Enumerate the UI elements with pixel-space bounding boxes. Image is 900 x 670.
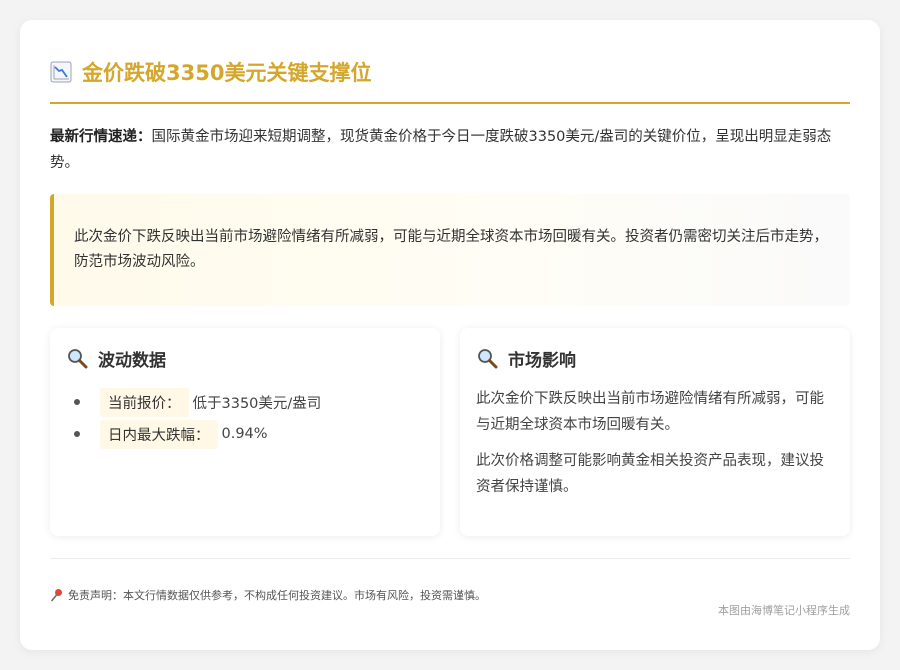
panels: 波动数据 当前报价： 低于3350美元/盎司 日内最大跌幅： 0.94% 市场影… xyxy=(50,328,850,536)
disclaimer: 免责声明：本文行情数据仅供参考，不构成任何投资建议。市场有风险，投资需谨慎。 xyxy=(50,587,850,603)
bullet-dot xyxy=(74,399,80,405)
divider xyxy=(50,558,850,559)
volatility-list: 当前报价： 低于3350美元/盎司 日内最大跌幅： 0.94% xyxy=(66,386,424,450)
callout-box: 此次金价下跌反映出当前市场避险情绪有所减弱，可能与近期全球资本市场回暖有关。投资… xyxy=(50,194,850,306)
pushpin-icon xyxy=(50,588,64,602)
intro-label: 最新行情速递： xyxy=(50,129,152,145)
magnifier-icon xyxy=(476,347,498,369)
footer-note: 本图由海博笔记小程序生成 xyxy=(718,604,850,617)
panel-header: 市场影响 xyxy=(476,344,834,372)
impact-paragraph: 此次价格调整可能影响黄金相关投资产品表现，建议投资者保持谨慎。 xyxy=(476,453,824,495)
item-label: 日内最大跌幅： xyxy=(100,419,218,449)
bullet-dot xyxy=(74,431,80,437)
callout-text: 此次金价下跌反映出当前市场避险情绪有所减弱，可能与近期全球资本市场回暖有关。投资… xyxy=(74,229,828,270)
article-card: 金价跌破3350美元关键支撑位 最新行情速递：国际黄金市场迎来短期调整，现货黄金… xyxy=(20,20,880,650)
item-label: 当前报价： xyxy=(100,387,189,417)
magnifier-icon xyxy=(66,347,88,369)
panel-header: 波动数据 xyxy=(66,344,424,372)
item-value: 低于3350美元/盎司 xyxy=(192,395,322,412)
list-item: 日内最大跌幅： 0.94% xyxy=(74,418,424,450)
intro-paragraph: 最新行情速递：国际黄金市场迎来短期调整，现货黄金价格于今日一度跌破3350美元/… xyxy=(50,124,850,176)
chart-decreasing-icon xyxy=(50,61,72,83)
panel-title: 市场影响 xyxy=(508,350,576,371)
page-title: 金价跌破3350美元关键支撑位 xyxy=(82,61,372,85)
volatility-panel: 波动数据 当前报价： 低于3350美元/盎司 日内最大跌幅： 0.94% xyxy=(50,328,440,536)
intro-text: 国际黄金市场迎来短期调整，现货黄金价格于今日一度跌破3350美元/盎司的关键价位… xyxy=(50,129,832,171)
disclaimer-text: 免责声明：本文行情数据仅供参考，不构成任何投资建议。市场有风险，投资需谨慎。 xyxy=(68,589,486,602)
list-item: 当前报价： 低于3350美元/盎司 xyxy=(74,386,424,418)
panel-title: 波动数据 xyxy=(98,350,166,371)
impact-panel: 市场影响 此次金价下跌反映出当前市场避险情绪有所减弱，可能与近期全球资本市场回暖… xyxy=(460,328,850,536)
impact-paragraph: 此次金价下跌反映出当前市场避险情绪有所减弱，可能与近期全球资本市场回暖有关。 xyxy=(476,391,824,433)
header: 金价跌破3350美元关键支撑位 xyxy=(50,50,850,104)
item-value: 0.94% xyxy=(221,426,268,442)
